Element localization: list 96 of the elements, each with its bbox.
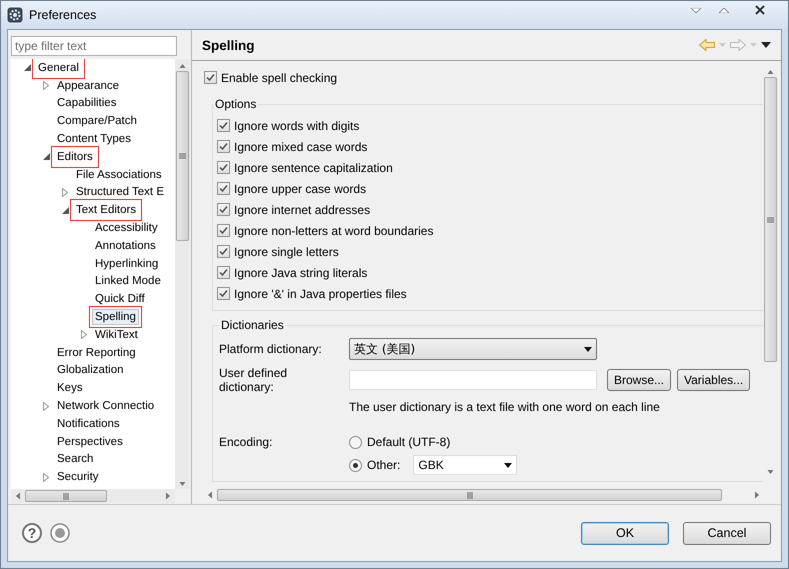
- tree-item[interactable]: WikiText: [92, 326, 141, 343]
- collapsed-arrow-icon[interactable]: [81, 330, 87, 340]
- collapsed-arrow-icon[interactable]: [43, 472, 49, 482]
- collapsed-arrow-icon[interactable]: [62, 188, 68, 197]
- tree-item[interactable]: Linked Mode: [92, 273, 164, 290]
- tree-item[interactable]: Structured Text E: [73, 184, 167, 200]
- checkbox[interactable]: [217, 203, 230, 216]
- encoding-dropdown[interactable]: GBK: [413, 455, 518, 475]
- record-icon[interactable]: [50, 523, 70, 543]
- dictionary-field[interactable]: [349, 370, 597, 390]
- dictionary-dropdown[interactable]: 英文 (美国): [349, 338, 597, 360]
- expanded-arrow-icon[interactable]: [42, 153, 50, 160]
- vertical-scrollbar[interactable]: [175, 59, 190, 489]
- checkbox-label[interactable]: Ignore upper case words: [234, 182, 366, 196]
- checkbox-label[interactable]: Ignore internet addresses: [234, 202, 370, 216]
- tree-item[interactable]: Capabilities: [54, 95, 120, 112]
- page-title: Spelling: [202, 38, 255, 52]
- checkbox-label[interactable]: Ignore Java string literals: [234, 266, 368, 280]
- checkbox-label[interactable]: Ignore sentence capitalization: [234, 160, 393, 174]
- checkbox-label[interactable]: Ignore '&' in Java properties files: [234, 286, 407, 300]
- group-title: Dictionaries: [219, 318, 286, 332]
- close-icon: [755, 5, 765, 15]
- checkbox-label[interactable]: Ignore non-letters at word boundaries: [234, 224, 434, 238]
- checkbox[interactable]: [217, 161, 230, 174]
- tree-item[interactable]: Network Connectio: [54, 398, 158, 414]
- hint-text: The user dictionary is a text file with one word on each line: [349, 400, 661, 414]
- tree-item[interactable]: File Associations: [73, 166, 165, 183]
- scroll-right-arrow-icon[interactable]: [164, 492, 172, 500]
- scrollbar-thumb[interactable]: [764, 77, 776, 362]
- field-label: Platform dictionary:: [219, 342, 323, 356]
- tree-item[interactable]: Perspectives: [54, 434, 126, 450]
- checkbox[interactable]: [217, 224, 230, 237]
- scroll-right-arrow-icon[interactable]: [753, 491, 761, 499]
- caret-icon: [504, 462, 512, 468]
- tree-item[interactable]: Editors: [54, 148, 96, 165]
- checkbox-label[interactable]: Ignore words with digits: [234, 118, 360, 132]
- tree-item[interactable]: Spelling: [92, 309, 139, 326]
- scrollbar-thumb[interactable]: [25, 490, 107, 502]
- back-arrow-icon[interactable]: [699, 39, 715, 51]
- group-title: Options: [213, 97, 258, 111]
- tree-item[interactable]: Notifications: [54, 416, 123, 432]
- tree-item[interactable]: Search: [54, 451, 96, 468]
- grip-icon: [766, 216, 774, 222]
- gear-icon: [7, 7, 23, 23]
- checkbox[interactable]: [217, 119, 230, 132]
- checkbox-label[interactable]: Ignore single letters: [234, 244, 339, 258]
- radio-label[interactable]: Default (UTF-8): [367, 435, 450, 449]
- scroll-left-arrow-icon[interactable]: [14, 492, 22, 500]
- scrollbar-thumb[interactable]: [217, 489, 722, 501]
- dialog-button[interactable]: Cancel: [683, 522, 771, 544]
- tree-item[interactable]: Text Editors: [73, 202, 140, 218]
- window-title: Preferences: [29, 8, 96, 22]
- checkbox[interactable]: [217, 287, 230, 300]
- checkbox[interactable]: [217, 182, 230, 195]
- grip-icon: [179, 153, 186, 159]
- scroll-left-arrow-icon[interactable]: [206, 491, 214, 499]
- grip-icon: [63, 492, 69, 500]
- tree-item[interactable]: Content Types: [54, 131, 134, 148]
- dialog-button[interactable]: OK: [581, 522, 669, 544]
- expanded-arrow-icon[interactable]: [62, 206, 68, 214]
- checkbox-label[interactable]: Ignore mixed case words: [234, 140, 368, 154]
- scrollbar-thumb[interactable]: [176, 71, 189, 241]
- radio-button[interactable]: [349, 458, 362, 472]
- checkbox[interactable]: [217, 140, 230, 153]
- tree-item[interactable]: Keys: [54, 380, 86, 396]
- checkbox-label[interactable]: Enable spell checking: [221, 70, 338, 84]
- tree-item[interactable]: Hyperlinking: [92, 256, 162, 272]
- minimize-icon: [691, 8, 701, 12]
- collapsed-arrow-icon[interactable]: [43, 81, 49, 90]
- maximize-icon: [719, 8, 729, 12]
- checkbox[interactable]: [204, 71, 217, 84]
- help-button[interactable]: ?: [22, 523, 42, 543]
- caret-icon: [584, 346, 592, 352]
- tree-item[interactable]: Annotations: [92, 238, 159, 254]
- filter-field[interactable]: type filter text: [11, 36, 177, 56]
- grip-icon: [466, 492, 472, 498]
- radio-button[interactable]: [349, 436, 362, 448]
- view-menu-icon[interactable]: [761, 42, 771, 48]
- tree-item[interactable]: General: [35, 60, 82, 76]
- tree-item[interactable]: Appearance: [54, 78, 122, 94]
- radio-label[interactable]: Other:: [367, 458, 400, 472]
- horizontal-scrollbar[interactable]: [11, 489, 175, 503]
- tree-item[interactable]: Error Reporting: [54, 344, 139, 361]
- tree-item[interactable]: Accessibility: [92, 220, 161, 236]
- tree-item[interactable]: Globalization: [54, 362, 126, 378]
- tree-item[interactable]: Quick Diff: [92, 291, 148, 308]
- expanded-arrow-icon[interactable]: [24, 64, 30, 72]
- tree-item[interactable]: Compare/Patch: [54, 113, 140, 130]
- tree-item[interactable]: Security: [54, 469, 102, 486]
- collapsed-arrow-icon[interactable]: [43, 402, 49, 411]
- field-label: User defined dictionary:: [219, 366, 288, 394]
- browse-button[interactable]: Browse...: [607, 369, 672, 391]
- variables-button[interactable]: Variables...: [677, 369, 750, 391]
- checkbox[interactable]: [217, 266, 230, 279]
- field-label: Encoding:: [219, 435, 274, 449]
- checkbox[interactable]: [217, 245, 230, 258]
